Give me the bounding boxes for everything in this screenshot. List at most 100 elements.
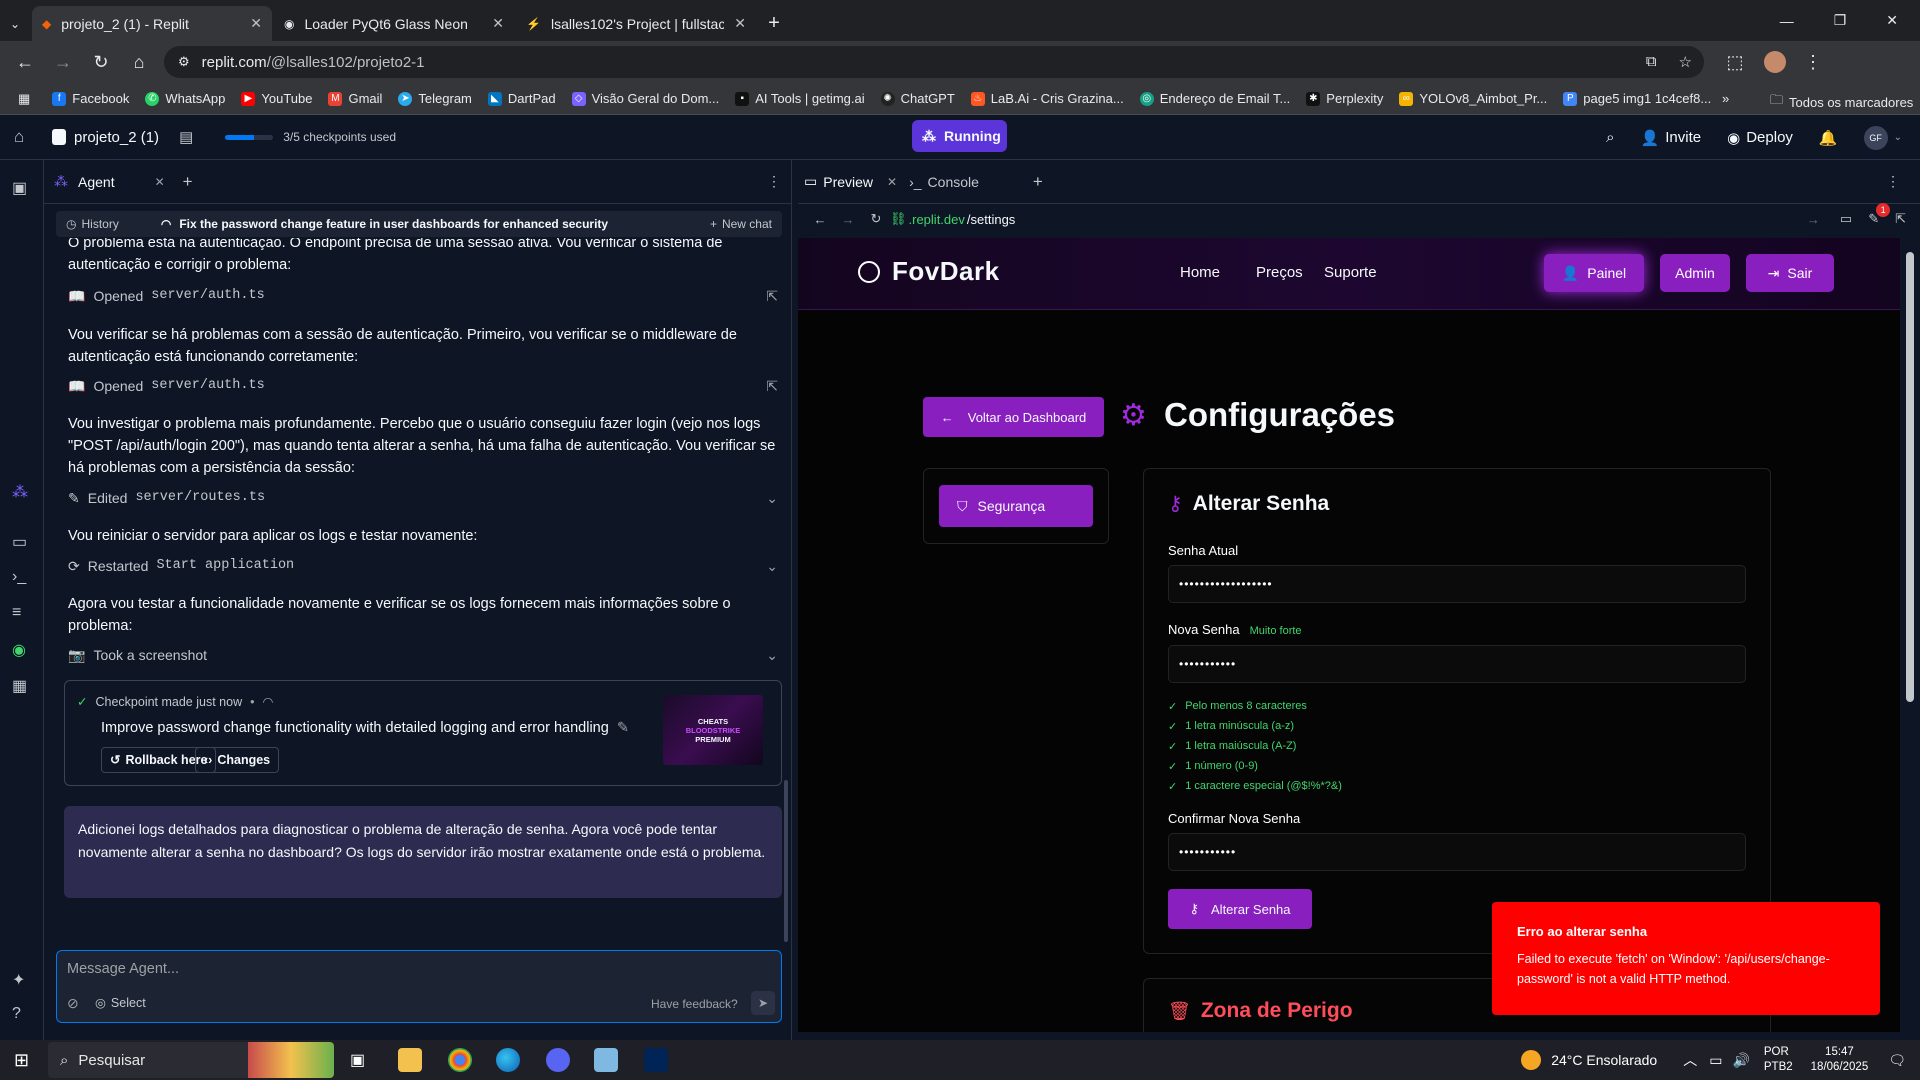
bookmark-lab-ai[interactable]: ♨ LaB.Ai - Cris Grazina... bbox=[970, 91, 1124, 106]
keyboard-layout[interactable]: POR PTB2 bbox=[1764, 1045, 1793, 1075]
profile-avatar[interactable] bbox=[1764, 51, 1786, 73]
site-info-icon[interactable]: ⚙ bbox=[178, 54, 190, 70]
tray-chevron-up-icon[interactable]: ︿ bbox=[1683, 1050, 1697, 1070]
agent-menu-icon[interactable]: ⋮ bbox=[767, 173, 781, 190]
url-input[interactable]: ⚙ replit.com/@lsalles102/projeto2-1 ⧉ ☆ bbox=[164, 46, 1704, 78]
preview-scrollbar-thumb[interactable] bbox=[1906, 252, 1914, 702]
logout-button[interactable]: ⇥ Sair bbox=[1746, 254, 1834, 292]
history-button[interactable]: ◷ History bbox=[66, 217, 119, 231]
tab-agent[interactable]: Agent bbox=[78, 174, 115, 190]
powershell-icon[interactable] bbox=[644, 1048, 668, 1072]
file-explorer-icon[interactable] bbox=[398, 1048, 422, 1072]
bookmark-telegram[interactable]: ➤ Telegram bbox=[398, 91, 472, 106]
back-arrow-icon[interactable]: ← bbox=[806, 212, 834, 227]
bookmark-star-icon[interactable]: ☆ bbox=[1679, 53, 1692, 71]
reload-icon[interactable]: ↻ bbox=[862, 211, 890, 227]
forward-arrow-icon[interactable]: → bbox=[834, 212, 862, 227]
tab-preview[interactable]: ▭ Preview bbox=[804, 173, 873, 190]
bookmark-whatsapp[interactable]: ✆ WhatsApp bbox=[145, 91, 225, 106]
new-password-input[interactable]: ••••••••••• bbox=[1168, 645, 1746, 683]
chevron-down-icon[interactable]: ⌄ bbox=[766, 644, 778, 666]
panel-divider[interactable] bbox=[791, 160, 798, 1040]
nav-suporte[interactable]: Suporte bbox=[1324, 264, 1377, 281]
back-arrow-icon[interactable]: ← bbox=[6, 52, 44, 73]
run-status-button[interactable]: ⁂ Running bbox=[912, 120, 1007, 152]
chevron-down-icon[interactable]: ⌄ bbox=[766, 555, 778, 577]
shell-icon[interactable]: ›_ bbox=[12, 568, 26, 586]
reload-icon[interactable]: ↻ bbox=[82, 52, 120, 73]
task-view-icon[interactable]: ▣ bbox=[350, 1050, 365, 1070]
browser-menu-icon[interactable]: ⋮ bbox=[1794, 52, 1832, 73]
network-icon[interactable]: ▭ bbox=[1709, 1052, 1722, 1069]
bookmark-facebook[interactable]: f Facebook bbox=[52, 91, 129, 106]
browser-tab-project[interactable]: ⚡ lsalles102's Project | fullstack | S ✕ bbox=[516, 6, 756, 41]
bookmark-perplexity[interactable]: ✱ Perplexity bbox=[1306, 91, 1383, 106]
pencil-icon[interactable]: ✎ bbox=[617, 717, 629, 739]
sidebar-item-security[interactable]: ⛉ Segurança bbox=[939, 485, 1093, 527]
current-password-input[interactable]: •••••••••••••••••• bbox=[1168, 565, 1746, 603]
add-tab-icon[interactable]: + bbox=[1033, 172, 1043, 192]
chrome-icon[interactable] bbox=[448, 1048, 472, 1072]
more-bookmarks-icon[interactable]: » bbox=[1722, 91, 1729, 106]
close-tab-icon[interactable]: ✕ bbox=[250, 15, 262, 32]
nav-precos[interactable]: Preços bbox=[1256, 264, 1303, 281]
open-file-icon[interactable]: ⇱ bbox=[766, 285, 778, 307]
close-tab-icon[interactable]: ✕ bbox=[734, 15, 746, 32]
notification-center-icon[interactable]: 🗨 bbox=[1888, 1052, 1906, 1069]
clock[interactable]: 15:47 18/06/2025 bbox=[1811, 1045, 1869, 1075]
chevron-down-icon[interactable]: ⌄ bbox=[766, 487, 778, 509]
device-preview-icon[interactable]: ▭ bbox=[1840, 211, 1852, 227]
confirm-password-input[interactable]: ••••••••••• bbox=[1168, 833, 1746, 871]
agent-icon[interactable]: ⁂ bbox=[12, 482, 28, 502]
checkpoint-screenshot-thumbnail[interactable]: CHEATS BLOODSTRIKE PREMIUM bbox=[663, 695, 763, 765]
bookmarks-folder[interactable]: 🗀 Todos os marcadores bbox=[1770, 91, 1913, 113]
select-element-button[interactable]: ◎ Select bbox=[95, 995, 146, 1011]
tab-console[interactable]: ›_ Console bbox=[909, 174, 979, 190]
bookmark-page5[interactable]: Ppage5 img1 1c4cef8... bbox=[1563, 91, 1711, 106]
new-tab-button[interactable]: + bbox=[756, 6, 792, 41]
go-arrow-icon[interactable]: → bbox=[1807, 212, 1820, 227]
devtools-icon[interactable]: ✎ 1 bbox=[1868, 203, 1891, 227]
open-new-tab-icon[interactable]: ⇱ bbox=[1895, 211, 1906, 227]
user-menu[interactable]: GF ⌄ bbox=[1863, 125, 1902, 150]
site-brand[interactable]: FovDark bbox=[858, 256, 1000, 287]
restore-window-icon[interactable]: ❐ bbox=[1834, 12, 1847, 29]
chat-scrollbar[interactable] bbox=[784, 780, 788, 942]
feedback-link[interactable]: Have feedback? bbox=[651, 997, 738, 1011]
taskbar-search[interactable]: ⌕ Pesquisar bbox=[48, 1042, 334, 1078]
send-button[interactable]: ➤ bbox=[751, 991, 775, 1015]
bookmark-gmail[interactable]: M Gmail bbox=[328, 91, 382, 106]
checkpoints-icon[interactable]: ▤ bbox=[179, 128, 193, 146]
action-screenshot[interactable]: 📷 Took a screenshot ⌄ bbox=[68, 643, 778, 667]
invite-button[interactable]: 👤 Invite bbox=[1641, 129, 1702, 147]
file-tree-icon[interactable]: ▣ bbox=[12, 178, 27, 198]
action-opened-file[interactable]: 📖 Opened server/auth.ts ⇱ bbox=[68, 374, 778, 398]
project-switcher[interactable]: projeto_2 (1) bbox=[52, 129, 159, 146]
discord-icon[interactable] bbox=[546, 1048, 570, 1072]
bookmark-ai-tools[interactable]: ▪ AI Tools | getimg.ai bbox=[735, 91, 865, 106]
minimize-window-icon[interactable]: — bbox=[1780, 13, 1794, 29]
all-tools-icon[interactable]: ▦ bbox=[12, 676, 27, 696]
sparkle-icon[interactable]: ✦ bbox=[12, 970, 25, 990]
changes-button[interactable]: ‹› Changes bbox=[195, 747, 280, 773]
preview-menu-icon[interactable]: ⋮ bbox=[1886, 173, 1900, 190]
agent-chat-feed[interactable]: O problema está na autenticação. O endpo… bbox=[56, 238, 782, 908]
close-tab-icon[interactable]: ✕ bbox=[155, 175, 165, 189]
close-tab-icon[interactable]: ✕ bbox=[492, 15, 504, 32]
bookmark-dartpad[interactable]: ◣ DartPad bbox=[487, 91, 556, 106]
attach-icon[interactable]: ⊘ bbox=[67, 995, 79, 1012]
home-icon[interactable]: ⌂ bbox=[120, 52, 158, 73]
weather-sun-icon[interactable] bbox=[1521, 1050, 1542, 1070]
action-restarted[interactable]: ⟳ Restarted Start application ⌄ bbox=[68, 554, 778, 578]
new-chat-button[interactable]: + New chat bbox=[710, 217, 772, 231]
bookmark-chatgpt[interactable]: ✺ ChatGPT bbox=[880, 91, 955, 106]
weather-text[interactable]: 24°C Ensolarado bbox=[1551, 1052, 1657, 1068]
volume-icon[interactable]: 🔊 bbox=[1732, 1052, 1749, 1069]
edge-icon[interactable] bbox=[496, 1048, 520, 1072]
deploy-icon[interactable]: ◉ bbox=[12, 640, 26, 660]
apps-grid-icon[interactable]: ▦ bbox=[18, 91, 30, 107]
deploy-button[interactable]: ◉ Deploy bbox=[1727, 129, 1793, 147]
change-password-button[interactable]: ⚷ Alterar Senha bbox=[1168, 889, 1312, 929]
preview-icon[interactable]: ▭ bbox=[12, 532, 27, 552]
panel-button[interactable]: 👤 Painel bbox=[1544, 254, 1644, 292]
